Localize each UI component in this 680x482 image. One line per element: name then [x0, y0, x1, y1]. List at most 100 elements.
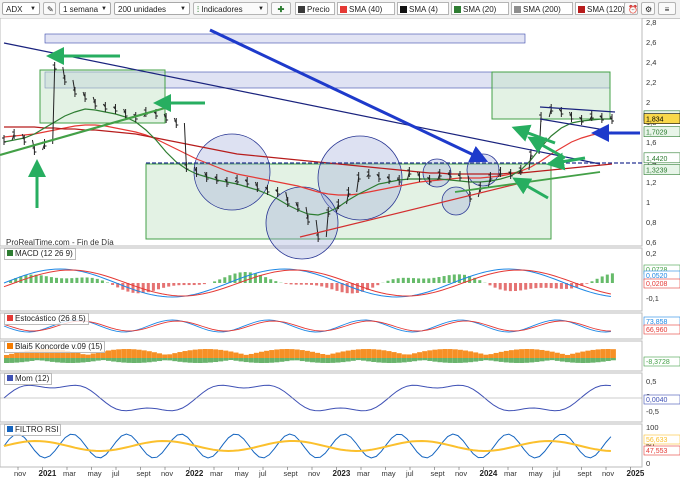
alarm-button[interactable]: ⏰ — [624, 2, 638, 15]
blai5-green-bar — [310, 358, 315, 363]
legend-item[interactable]: SMA (4) — [397, 2, 449, 15]
macd-histogram-bar — [508, 283, 512, 292]
macd-histogram-bar — [544, 283, 548, 288]
legend-label: SMA (40) — [349, 5, 383, 14]
blai5-bar — [534, 349, 540, 358]
ticker-label: ADX — [6, 5, 23, 14]
blai5-green-bar — [432, 358, 438, 362]
macd-histogram-bar — [289, 283, 293, 285]
macd-panel-title[interactable]: MACD (12 26 9) — [4, 248, 76, 260]
blai5-panel-title[interactable]: Blai5 Koncorde v.09 (15) — [4, 341, 106, 353]
blai5-green-bar — [80, 358, 86, 363]
macd-histogram-bar — [182, 283, 186, 286]
blai5-green-bar — [218, 358, 224, 362]
blai5-green-bar — [202, 358, 208, 363]
mom-panel-title[interactable]: Mom (12) — [4, 373, 53, 385]
x-tick-label: may — [235, 469, 249, 478]
blai5-green-bar — [264, 358, 270, 363]
macd-histogram-bar — [44, 276, 48, 283]
blai5-bar — [208, 349, 213, 358]
stoch-panel-title[interactable]: Estocástico (26 8 5) — [4, 313, 89, 325]
blai5-bar — [452, 349, 458, 358]
add-indicator-button[interactable]: ✚ — [271, 2, 291, 15]
blai5-bar — [315, 352, 321, 358]
y-tick-label: 2,2 — [646, 78, 656, 87]
macd-histogram-bar — [187, 283, 191, 286]
filtro-panel-title[interactable]: FILTRO RSI — [4, 424, 62, 436]
blai5-bar — [259, 351, 264, 358]
blai5-bar — [544, 350, 550, 358]
legend-item[interactable]: SMA (200) — [511, 2, 573, 15]
blai5-bar — [294, 349, 300, 358]
blai5-bar — [197, 349, 203, 358]
blai5-bar — [412, 353, 417, 358]
blai5-bar — [90, 353, 96, 358]
blai5-green-bar — [279, 358, 285, 362]
price-tag-label: 1,834 — [646, 117, 664, 124]
blai5-bar — [559, 353, 565, 358]
blai5-bar — [238, 353, 244, 358]
blai5-bar — [340, 351, 346, 358]
blai5-bar — [478, 353, 484, 358]
filtro-tick-label: 0 — [646, 459, 650, 468]
blai5-bar — [182, 351, 188, 358]
blai5-bar — [325, 354, 331, 358]
blai5-bar — [498, 351, 504, 358]
blai5-green-bar — [55, 358, 60, 363]
blai5-title-text: Blai5 Koncorde v.09 (15) — [15, 342, 103, 351]
indicators-button[interactable]: ⫶ Indicadores ▼ — [193, 2, 268, 15]
blai5-green-bar — [493, 358, 499, 362]
plus-chart-icon: ✚ — [277, 5, 285, 14]
blai5-bar — [503, 350, 509, 358]
macd-title-text: MACD (12 26 9) — [15, 249, 73, 258]
macd-histogram-bar — [269, 279, 273, 283]
blai5-green-bar — [100, 358, 106, 361]
blai5-bar — [299, 350, 305, 358]
units-select[interactable]: 200 unidades ▼ — [114, 2, 190, 15]
blai5-bar — [146, 351, 152, 358]
indicators-icon: ⫶ — [197, 5, 199, 14]
mom-title-text: Mom (12) — [15, 374, 50, 383]
macd-histogram-bar — [519, 283, 523, 291]
macd-histogram-bar — [192, 283, 196, 286]
blai5-bar — [95, 352, 101, 358]
units-label: 200 unidades — [118, 5, 167, 14]
draw-tool-button[interactable]: ✎ — [43, 2, 56, 15]
indicators-label: Indicadores — [201, 5, 243, 14]
blai5-green-bar — [299, 358, 305, 362]
macd-histogram-bar — [422, 278, 426, 283]
blai5-green-bar — [167, 358, 173, 361]
legend-item[interactable]: SMA (40) — [337, 2, 395, 15]
macd-histogram-bar — [417, 278, 421, 283]
legend-item[interactable]: Precio — [295, 2, 335, 15]
macd-histogram-bar — [412, 278, 415, 283]
legend-swatch-icon — [578, 6, 585, 13]
timeframe-select[interactable]: 1 semana ▼ — [59, 2, 111, 15]
macd-histogram-bar — [396, 278, 400, 283]
blai5-bar — [85, 354, 91, 358]
menu-button[interactable]: ≡ — [658, 2, 676, 15]
macd-histogram-bar — [197, 283, 201, 285]
blai5-green-bar — [447, 358, 453, 363]
blai5-green-bar — [243, 358, 249, 363]
settings-button[interactable]: ⚙ — [641, 2, 655, 15]
blai5-bar — [243, 354, 249, 358]
blai5-green-bar — [65, 358, 71, 363]
x-tick-label: mar — [63, 469, 76, 478]
macd-tick-label: 0,2 — [646, 249, 656, 258]
ticker-select[interactable]: ADX ▼ — [2, 2, 40, 15]
blai5-green-bar — [151, 358, 157, 362]
blai5-green-bar — [70, 358, 76, 363]
x-tick-label: sept — [578, 469, 593, 478]
blai5-green-bar — [213, 358, 219, 363]
blai5-green-bar — [544, 358, 550, 361]
blai5-bar — [106, 350, 111, 358]
blai5-bar — [4, 355, 9, 358]
x-tick-label: mar — [357, 469, 370, 478]
chart-area[interactable]: 2,82,62,42,221,81,61,41,210,80,61,86221,… — [0, 18, 680, 482]
legend-item[interactable]: SMA (20) — [451, 2, 509, 15]
x-tick-label: 2021 — [39, 469, 57, 478]
price-tag-label: 1,3239 — [646, 168, 668, 175]
macd-histogram-bar — [284, 283, 288, 284]
blai5-green-bar — [437, 358, 443, 363]
